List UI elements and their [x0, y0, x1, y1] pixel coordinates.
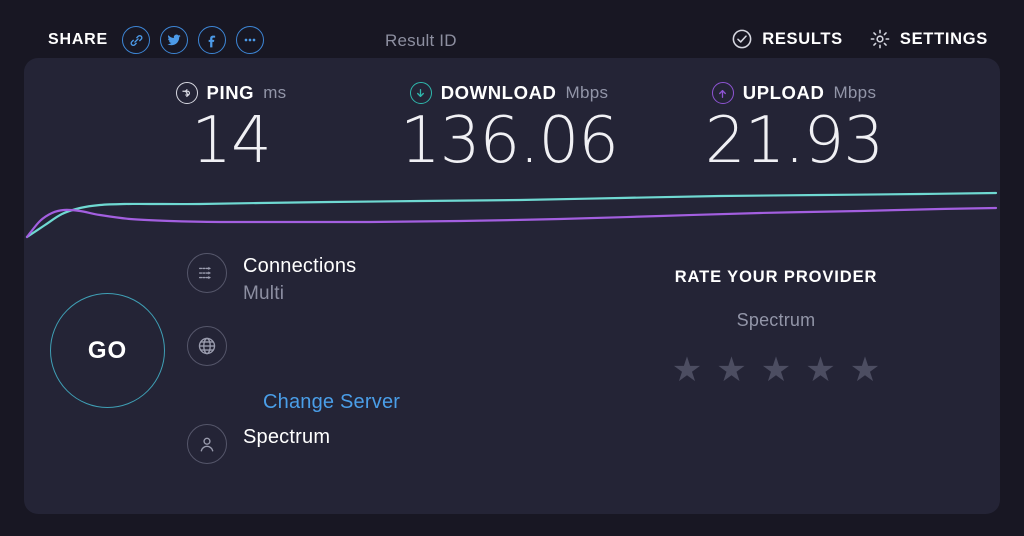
- results-button[interactable]: RESULTS: [731, 28, 843, 50]
- connections-icon: [187, 253, 227, 293]
- metric-upload-value: 21.93: [704, 104, 884, 178]
- rate-provider-section: RATE YOUR PROVIDER Spectrum ★ ★ ★ ★ ★: [584, 268, 968, 387]
- metric-download-name: DOWNLOAD: [440, 82, 557, 103]
- share-group: SHARE: [48, 26, 265, 54]
- topbar-nav: RESULTS SETTINGS: [731, 28, 988, 50]
- metric-download-header: DOWNLOAD Mbps: [364, 80, 654, 106]
- provider-name: Spectrum: [243, 426, 331, 448]
- download-icon: [409, 82, 432, 104]
- metric-ping-name: PING: [206, 82, 255, 103]
- metric-ping: PING ms 14: [86, 80, 376, 178]
- graph-line-download: [25, 191, 998, 239]
- speed-graph-svg: [25, 191, 998, 239]
- metric-upload: UPLOAD Mbps 21.93: [649, 80, 939, 178]
- connections-text: Connections Multi: [243, 253, 356, 305]
- metric-upload-unit: Mbps: [833, 83, 877, 102]
- gear-icon: [869, 28, 891, 50]
- results-panel: PING ms 14 DOWNLOAD Mbps 136.06 UPLOAD M…: [24, 58, 1000, 514]
- rate-provider-isp: Spectrum: [736, 310, 816, 330]
- graph-line-upload: [25, 206, 998, 239]
- metric-ping-unit: ms: [263, 83, 287, 102]
- rating-star-2[interactable]: ★: [716, 353, 746, 387]
- metric-upload-name: UPLOAD: [742, 82, 825, 103]
- metric-ping-value: 14: [191, 104, 271, 178]
- more-options-icon[interactable]: [236, 26, 265, 54]
- rating-star-3[interactable]: ★: [761, 353, 791, 387]
- globe-icon: [187, 326, 227, 366]
- connections-title: Connections: [243, 255, 357, 277]
- rating-star-1[interactable]: ★: [672, 353, 702, 387]
- connections-value: Multi: [243, 283, 285, 304]
- results-label: RESULTS: [762, 29, 843, 48]
- metric-download: DOWNLOAD Mbps 136.06: [364, 80, 654, 178]
- rating-star-5[interactable]: ★: [850, 353, 880, 387]
- rate-provider-title: RATE YOUR PROVIDER: [674, 268, 878, 286]
- speed-graph: [24, 180, 1000, 242]
- top-bar: SHARE Result ID RESULTS SETTINGS: [0, 0, 1024, 58]
- metric-download-value: 136.06: [400, 104, 619, 178]
- ping-icon: [175, 82, 198, 104]
- go-button[interactable]: GO: [50, 293, 165, 408]
- metric-upload-header: UPLOAD Mbps: [649, 80, 939, 106]
- facebook-icon[interactable]: [198, 26, 227, 54]
- server-row[interactable]: [187, 326, 227, 366]
- settings-button[interactable]: SETTINGS: [869, 28, 988, 50]
- rating-stars[interactable]: ★ ★ ★ ★ ★: [584, 353, 968, 387]
- rating-star-4[interactable]: ★: [805, 353, 835, 387]
- provider-text: Spectrum: [243, 424, 330, 449]
- metric-ping-header: PING ms: [86, 80, 376, 106]
- check-circle-icon: [731, 28, 753, 50]
- share-label: SHARE: [48, 31, 109, 48]
- upload-icon: [711, 82, 734, 104]
- go-button-wrap: GO: [50, 293, 165, 408]
- connections-row[interactable]: Connections Multi: [187, 253, 356, 305]
- change-server-link[interactable]: Change Server: [263, 391, 400, 414]
- settings-label: SETTINGS: [899, 29, 988, 48]
- twitter-icon[interactable]: [160, 26, 189, 54]
- provider-row[interactable]: Spectrum: [187, 424, 330, 464]
- result-id-label[interactable]: Result ID: [385, 31, 457, 51]
- speedtest-app: SHARE Result ID RESULTS SETTINGS PING ms…: [0, 0, 1024, 536]
- link-icon[interactable]: [122, 26, 151, 54]
- user-icon: [187, 424, 227, 464]
- metric-download-unit: Mbps: [565, 83, 609, 102]
